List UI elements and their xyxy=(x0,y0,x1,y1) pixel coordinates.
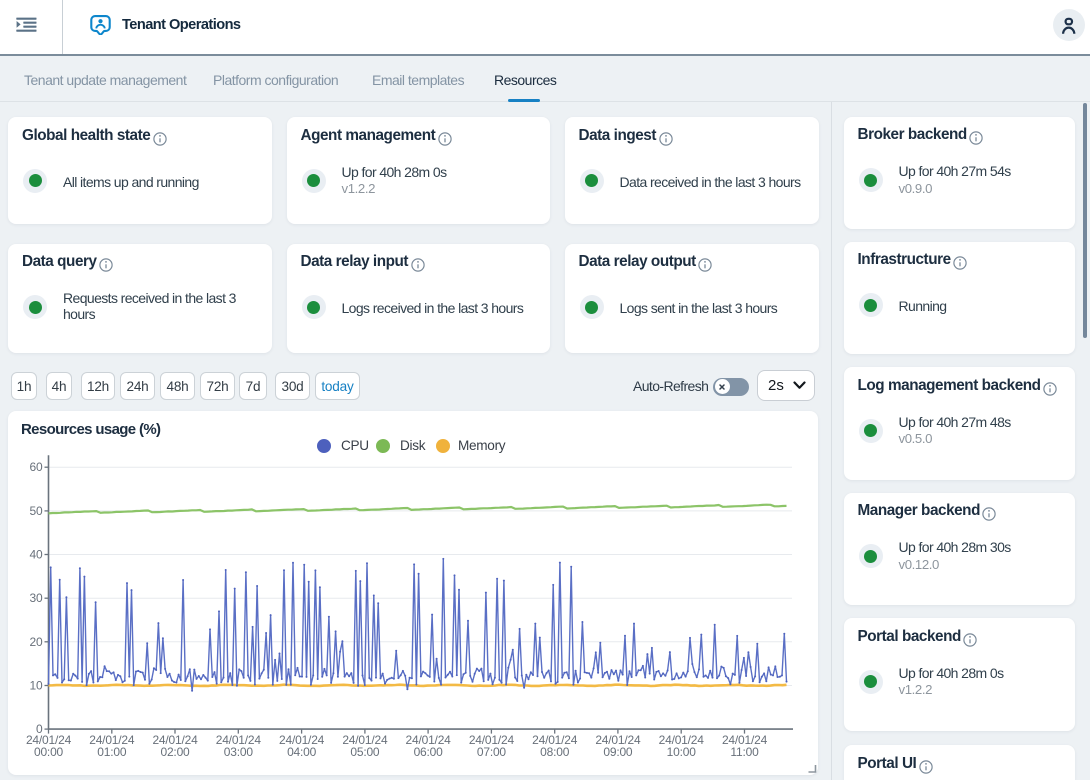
svg-text:07:00: 07:00 xyxy=(477,745,507,759)
svg-text:00:00: 00:00 xyxy=(34,745,64,759)
svg-text:03:00: 03:00 xyxy=(224,745,254,759)
svg-text:10:00: 10:00 xyxy=(667,745,697,759)
svg-text:04:00: 04:00 xyxy=(287,745,317,759)
svg-text:20: 20 xyxy=(30,635,43,649)
svg-text:01:00: 01:00 xyxy=(97,745,127,759)
svg-text:08:00: 08:00 xyxy=(540,745,570,759)
svg-text:06:00: 06:00 xyxy=(414,745,444,759)
svg-text:05:00: 05:00 xyxy=(350,745,380,759)
svg-text:60: 60 xyxy=(30,460,43,474)
svg-text:40: 40 xyxy=(30,548,43,562)
svg-text:09:00: 09:00 xyxy=(603,745,633,759)
svg-text:50: 50 xyxy=(30,504,43,518)
svg-text:10: 10 xyxy=(30,679,43,693)
svg-text:11:00: 11:00 xyxy=(730,745,759,759)
svg-text:30: 30 xyxy=(30,591,43,605)
svg-text:02:00: 02:00 xyxy=(160,745,190,759)
